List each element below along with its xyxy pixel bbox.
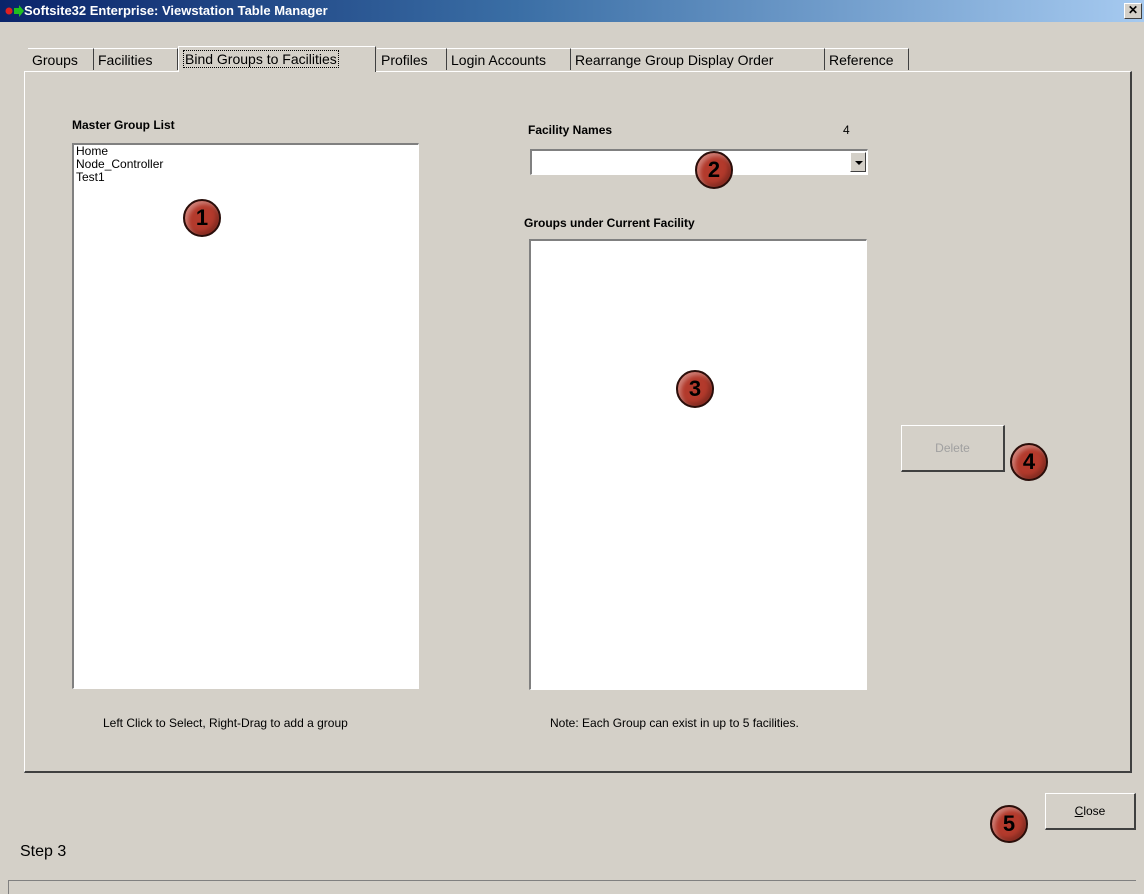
callout-badge-5: 5 (990, 805, 1028, 843)
close-button[interactable]: Close (1045, 793, 1136, 830)
tab-bind-groups-to-facilities[interactable]: Bind Groups to Facilities (178, 46, 376, 72)
groups-under-facility-label: Groups under Current Facility (524, 216, 695, 230)
callout-badge-1: 1 (183, 199, 221, 237)
facility-count: 4 (843, 123, 850, 137)
app-icon (5, 5, 24, 17)
callout-badge-3: 3 (676, 370, 714, 408)
tab-rearrange-group-display-order[interactable]: Rearrange Group Display Order (571, 48, 825, 70)
chevron-down-icon[interactable] (850, 152, 866, 172)
close-button-label: lose (1083, 804, 1106, 818)
list-item[interactable]: Node_Controller (74, 158, 418, 171)
window-title: Softsite32 Enterprise: Viewstation Table… (24, 3, 328, 18)
tab-profiles[interactable]: Profiles (377, 48, 447, 70)
delete-button[interactable]: Delete (901, 425, 1005, 472)
window-close-button[interactable]: ✕ (1124, 3, 1142, 19)
tab-reference[interactable]: Reference (825, 48, 909, 70)
master-list-hint: Left Click to Select, Right-Drag to add … (103, 716, 348, 730)
groups-under-facility-list[interactable] (529, 239, 867, 690)
facility-names-label: Facility Names (528, 123, 613, 137)
master-group-list[interactable]: Home Node_Controller Test1 (72, 143, 419, 689)
tab-login-accounts[interactable]: Login Accounts (447, 48, 571, 70)
status-bar (8, 880, 1136, 894)
callout-badge-4: 4 (1010, 443, 1048, 481)
callout-badge-2: 2 (695, 151, 733, 189)
tab-groups[interactable]: Groups (28, 48, 94, 70)
tab-facilities[interactable]: Facilities (94, 48, 178, 70)
step-label: Step 3 (20, 843, 67, 860)
master-group-list-label: Master Group List (72, 118, 175, 132)
title-bar: Softsite32 Enterprise: Viewstation Table… (0, 0, 1144, 22)
facility-limit-note: Note: Each Group can exist in up to 5 fa… (550, 716, 799, 730)
list-item[interactable]: Test1 (74, 171, 418, 184)
